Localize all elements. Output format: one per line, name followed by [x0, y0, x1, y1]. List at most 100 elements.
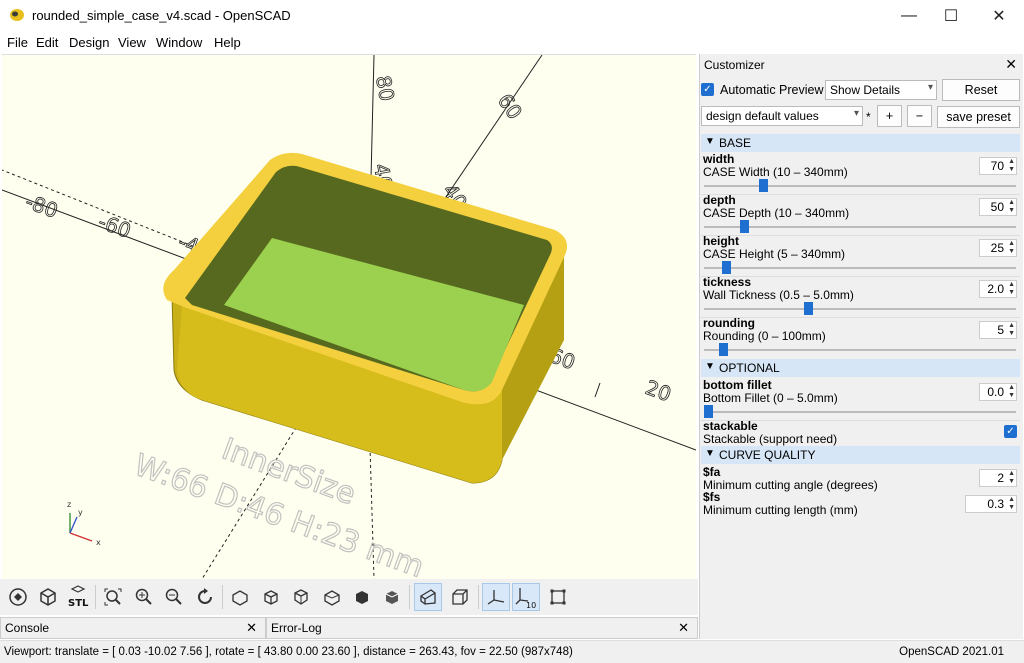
- param-name: height: [703, 234, 739, 248]
- section-optional-header[interactable]: ▼ OPTIONAL: [701, 359, 1020, 377]
- height-slider[interactable]: [704, 261, 1016, 274]
- fa-spinbox[interactable]: 2 ▲ ▼: [979, 469, 1017, 487]
- tickness-spinbox[interactable]: 2.0 ▲ ▼: [979, 280, 1017, 298]
- param-desc: Minimum cutting length (mm): [703, 503, 858, 517]
- automatic-preview-label: Automatic Preview: [720, 83, 824, 97]
- slider-thumb: [719, 343, 728, 356]
- param-name: width: [703, 152, 735, 166]
- show-edges-icon[interactable]: [544, 583, 572, 611]
- status-bar: Viewport: translate = [ 0.03 -10.02 7.56…: [0, 640, 1024, 663]
- title-bar: rounded_simple_case_v4.scad - OpenSCAD —…: [0, 0, 1024, 32]
- param-desc: Stackable (support need): [703, 432, 838, 446]
- height-spinbox[interactable]: 25 ▲ ▼: [979, 239, 1017, 257]
- param-name: tickness: [703, 275, 752, 289]
- chevron-down-icon: ▾: [927, 82, 933, 93]
- view-left-icon[interactable]: [318, 583, 346, 611]
- slider-thumb: [804, 302, 813, 315]
- stackable-checkbox[interactable]: ✓: [1004, 425, 1017, 438]
- tickness-slider[interactable]: [704, 302, 1016, 315]
- console-tab[interactable]: Console ✕: [0, 617, 266, 639]
- param-name: bottom fillet: [703, 378, 772, 392]
- svg-text:STL: STL: [68, 598, 89, 609]
- rounding-spinbox[interactable]: 5 ▲ ▼: [979, 321, 1017, 339]
- view-orthogonal-icon[interactable]: [446, 583, 474, 611]
- axis-label: 80: [371, 74, 399, 103]
- svg-text:x: x: [96, 538, 101, 547]
- reset-view-icon[interactable]: [191, 583, 219, 611]
- show-axes-icon[interactable]: [482, 583, 510, 611]
- depth-slider[interactable]: [704, 220, 1016, 233]
- error-log-tab[interactable]: Error-Log ✕: [266, 617, 698, 639]
- width-spinbox[interactable]: 70 ▲ ▼: [979, 157, 1017, 175]
- scene-svg: -80 -60 -40 20 40 60 20 40 20 80 60 40: [2, 55, 696, 579]
- view-perspective-icon[interactable]: [414, 583, 442, 611]
- menu-design[interactable]: Design: [69, 35, 109, 50]
- openscad-logo-icon: [10, 9, 24, 21]
- axis-label: 20: [642, 375, 674, 406]
- maximize-button[interactable]: ☐: [928, 0, 974, 32]
- slider-thumb: [759, 179, 768, 192]
- menu-window[interactable]: Window: [156, 35, 202, 50]
- close-icon[interactable]: ✕: [678, 620, 689, 636]
- slider-thumb: [740, 220, 749, 233]
- section-curve-quality-header[interactable]: ▼ CURVE QUALITY: [701, 446, 1020, 464]
- version-label: OpenSCAD 2021.01: [899, 646, 1004, 658]
- width-slider[interactable]: [704, 179, 1016, 192]
- close-icon[interactable]: ✕: [1005, 56, 1017, 73]
- view-front-icon[interactable]: [348, 583, 376, 611]
- save-preset-button[interactable]: save preset: [937, 106, 1020, 128]
- menu-bar: File Edit Design View Window Help: [0, 32, 1024, 54]
- automatic-preview-checkbox[interactable]: ✓: [701, 83, 714, 96]
- collapse-triangle-icon: ▼: [705, 361, 715, 372]
- param-desc: Rounding (0 – 100mm): [703, 329, 826, 343]
- param-desc: CASE Height (5 – 340mm): [703, 247, 846, 261]
- close-window-button[interactable]: ✕: [976, 0, 1022, 32]
- svg-text:10: 10: [526, 601, 536, 609]
- close-icon[interactable]: ✕: [246, 620, 257, 636]
- window-title: rounded_simple_case_v4.scad - OpenSCAD: [32, 8, 291, 23]
- error-log-title: Error-Log: [271, 621, 322, 635]
- param-name: $fa: [703, 465, 721, 479]
- axis-label: -80: [22, 189, 61, 223]
- zoom-in-icon[interactable]: [130, 583, 158, 611]
- depth-spinbox[interactable]: 50 ▲ ▼: [979, 198, 1017, 216]
- svg-text:z: z: [67, 500, 71, 509]
- view-bottom-icon[interactable]: [287, 583, 315, 611]
- 3d-viewport[interactable]: -80 -60 -40 20 40 60 20 40 20 80 60 40: [2, 54, 696, 579]
- slider-thumb: [722, 261, 731, 274]
- preset-select[interactable]: design default values ▾: [701, 106, 863, 126]
- fs-spinbox[interactable]: 0.3 ▲ ▼: [965, 495, 1017, 513]
- export-stl-icon[interactable]: STL: [64, 583, 92, 611]
- reset-button[interactable]: Reset: [942, 79, 1020, 101]
- view-all-icon[interactable]: [99, 583, 127, 611]
- view-back-icon[interactable]: [378, 583, 406, 611]
- view-toolbar: STL 10: [0, 579, 698, 615]
- case-model: [163, 152, 568, 484]
- menu-view[interactable]: View: [118, 35, 146, 50]
- remove-preset-button[interactable]: −: [907, 105, 932, 127]
- param-desc: CASE Width (10 – 340mm): [703, 165, 848, 179]
- rounding-slider[interactable]: [704, 343, 1016, 356]
- customizer-panel: Customizer ✕ ✓ Automatic Preview Show De…: [699, 54, 1023, 639]
- menu-help[interactable]: Help: [214, 35, 241, 50]
- bottom-fillet-spinbox[interactable]: 0.0 ▲ ▼: [979, 383, 1017, 401]
- show-scale-icon[interactable]: 10: [512, 583, 540, 611]
- axis-gizmo-icon: z x y: [67, 500, 101, 547]
- view-right-icon[interactable]: [226, 583, 254, 611]
- preview-icon[interactable]: [34, 583, 62, 611]
- bottom-fillet-slider[interactable]: [704, 405, 1016, 418]
- view-top-icon[interactable]: [257, 583, 285, 611]
- minimize-button[interactable]: —: [886, 0, 932, 32]
- preset-modified-marker: *: [866, 110, 871, 124]
- section-base-header[interactable]: ▼ BASE: [701, 134, 1020, 152]
- collapse-triangle-icon: ▼: [705, 448, 715, 459]
- add-preset-button[interactable]: +: [877, 105, 902, 127]
- menu-edit[interactable]: Edit: [36, 35, 58, 50]
- details-select[interactable]: Show Details ▾: [825, 80, 937, 100]
- param-name: depth: [703, 193, 736, 207]
- menu-file[interactable]: File: [7, 35, 28, 50]
- render-icon[interactable]: [4, 583, 32, 611]
- zoom-out-icon[interactable]: [160, 583, 188, 611]
- param-name: rounding: [703, 316, 755, 330]
- chevron-down-icon: ▾: [853, 108, 859, 119]
